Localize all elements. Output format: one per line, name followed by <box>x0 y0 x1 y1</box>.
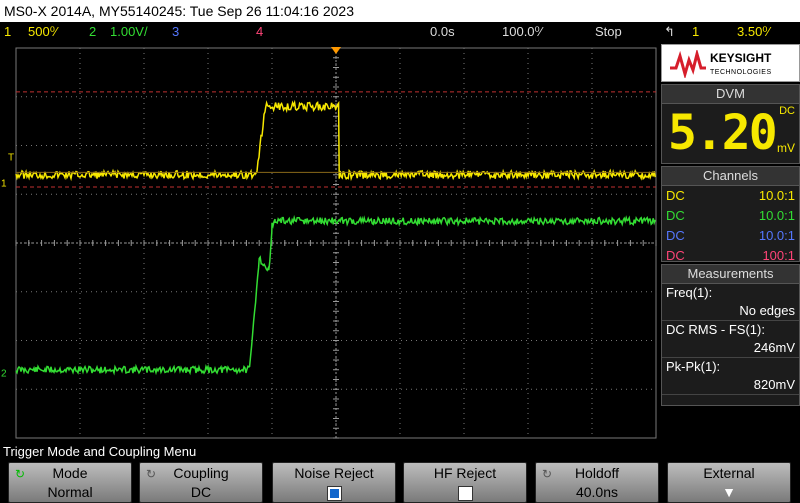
time-scale[interactable]: 100.0⁰⁄ <box>502 22 542 42</box>
softkey-value: DC <box>190 484 212 500</box>
ch1-ground-marker: 1 <box>1 179 7 190</box>
rotate-knob-icon: ↻ <box>542 467 553 481</box>
keysight-logo: KEYSIGHT TECHNOLOGIES <box>661 44 800 82</box>
channel-probe: 10.0:1 <box>758 188 795 203</box>
measurement-name: DC RMS - FS(1): <box>666 322 765 337</box>
softkey-value: Normal <box>47 484 93 500</box>
dvm-mode: DC <box>779 105 795 117</box>
channel-row-1[interactable]: DC 10.0:1 <box>662 186 799 206</box>
logo-subtitle: TECHNOLOGIES <box>710 69 772 76</box>
ch1-number[interactable]: 1 <box>4 22 11 42</box>
right-panel: KEYSIGHT TECHNOLOGIES DVM 5.20 DC mV Cha… <box>661 42 800 442</box>
measurement-value: 820mV <box>662 376 799 395</box>
mode-softkey[interactable]: ↻ Mode Normal <box>8 462 132 503</box>
channel-probe: 10.0:1 <box>758 228 795 243</box>
trigger-slope-icon: ↰ <box>664 24 675 39</box>
ch2-ground-marker: 2 <box>1 369 7 380</box>
channel-row-2[interactable]: DC 10.0:1 <box>662 206 799 226</box>
graticule: T 1 2 <box>1 47 657 439</box>
channel-probe: 100:1 <box>762 248 795 263</box>
run-state[interactable]: Stop <box>595 22 622 42</box>
noise-reject-softkey[interactable]: Noise Reject <box>272 462 396 503</box>
status-bar: 1 500⁰⁄ 2 1.00V/ 3 4 0.0s 100.0⁰⁄ Stop ↰… <box>0 22 800 42</box>
channel-coupling: DC <box>666 248 685 263</box>
holdoff-softkey[interactable]: ↻ Holdoff 40.0ns <box>535 462 659 503</box>
measurement-name: Pk-Pk(1): <box>666 359 721 374</box>
measurements-header: Measurements <box>662 265 799 284</box>
channels-header: Channels <box>662 167 799 186</box>
noise-reject-checkbox[interactable] <box>326 485 342 501</box>
trigger-level-marker: T <box>8 152 14 163</box>
ch1-scale[interactable]: 500⁰⁄ <box>28 22 57 42</box>
channel-coupling: DC <box>666 188 685 203</box>
ch4-number[interactable]: 4 <box>256 22 263 42</box>
trigger-level[interactable]: 3.50⁰⁄ <box>737 22 770 42</box>
softkey-label: External <box>703 465 755 481</box>
menu-title: Trigger Mode and Coupling Menu <box>0 442 800 462</box>
waveform-display[interactable]: T 1 2 <box>0 42 659 442</box>
rotate-knob-icon: ↻ <box>15 467 26 481</box>
channel-row-4[interactable]: DC 100:1 <box>662 246 799 266</box>
dvm-unit: mV <box>777 141 795 155</box>
coupling-softkey[interactable]: ↻ Coupling DC <box>139 462 263 503</box>
ch3-number[interactable]: 3 <box>172 22 179 42</box>
time-offset[interactable]: 0.0s <box>430 22 455 42</box>
rotate-knob-icon: ↻ <box>146 467 157 481</box>
ch2-scale[interactable]: 1.00V/ <box>110 22 148 42</box>
measurements-panel[interactable]: Measurements Freq(1): No edges DC RMS - … <box>661 264 800 406</box>
trigger-source[interactable]: 1 <box>692 22 699 42</box>
channel-row-3[interactable]: DC 10.0:1 <box>662 226 799 246</box>
dvm-header: DVM <box>662 85 799 104</box>
hf-reject-softkey[interactable]: HF Reject <box>403 462 527 503</box>
channel-probe: 10.0:1 <box>758 208 795 223</box>
keysight-wave-icon <box>670 50 706 78</box>
window-title: MS0-X 2014A, MY55140245: Tue Sep 26 11:0… <box>0 0 800 22</box>
channels-panel[interactable]: Channels DC 10.0:1 DC 10.0:1 DC 10.0:1 D… <box>661 166 800 263</box>
softkey-label: Noise Reject <box>294 465 374 481</box>
dvm-panel[interactable]: DVM 5.20 DC mV <box>661 84 800 164</box>
submenu-down-arrow-icon: ▼ <box>722 484 736 500</box>
measurement-value: No edges <box>662 302 799 321</box>
softkey-label: Mode <box>52 465 88 481</box>
channel-coupling: DC <box>666 208 685 223</box>
channel-coupling: DC <box>666 228 685 243</box>
softkey-label: Holdoff <box>574 465 620 481</box>
softkey-label: HF Reject <box>433 465 497 481</box>
external-softkey[interactable]: External ▼ <box>667 462 791 503</box>
softkey-value: 40.0ns <box>575 484 619 500</box>
measurement-name: Freq(1): <box>666 285 713 300</box>
ch2-number[interactable]: 2 <box>89 22 96 42</box>
softkey-label: Coupling <box>173 465 229 481</box>
hf-reject-checkbox[interactable] <box>457 485 473 501</box>
measurement-value: 246mV <box>662 339 799 358</box>
logo-brand: KEYSIGHT <box>710 51 772 65</box>
dvm-value: 5.20 <box>668 105 778 161</box>
